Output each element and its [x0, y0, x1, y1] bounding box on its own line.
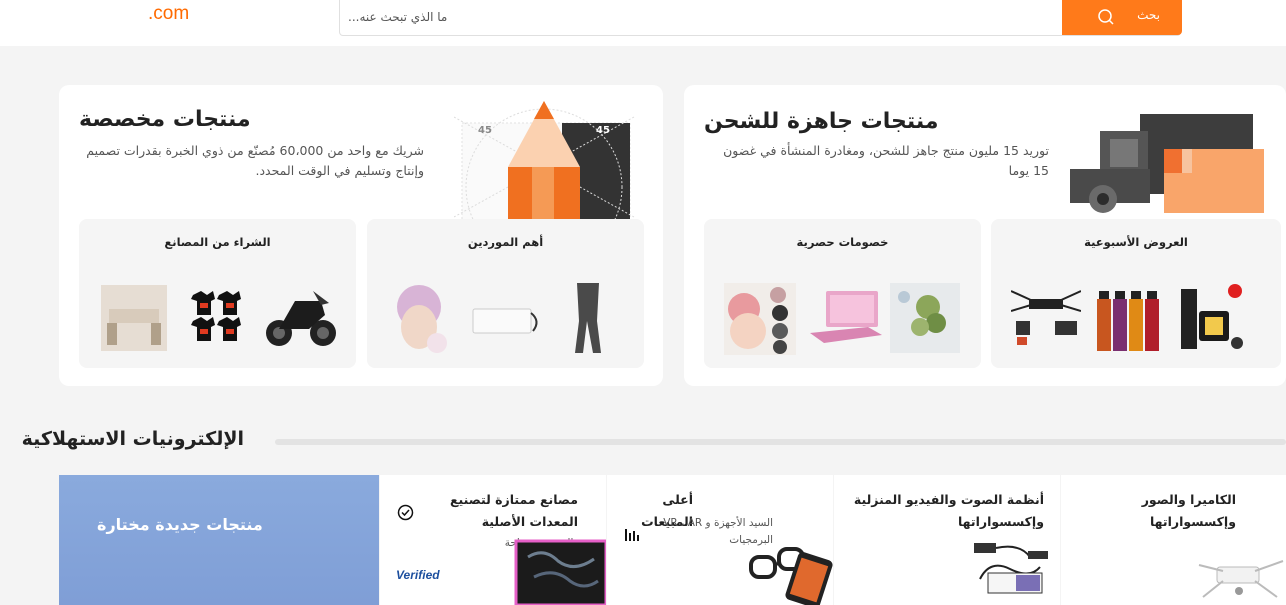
custom-products-title: منتجات مخصصة	[79, 107, 251, 132]
perfume-product-image	[1097, 291, 1159, 351]
truck-illustration	[1070, 114, 1264, 213]
search-bar: بحث	[339, 0, 1182, 36]
top-suppliers-subcard[interactable]: أهم الموردين	[367, 219, 644, 368]
custom-products-card[interactable]: منتجات مخصصة شريك مع واحد من 60،000 مُصن…	[59, 85, 663, 386]
search-button[interactable]: بحث	[1062, 0, 1182, 35]
leggings-product-image	[575, 283, 601, 353]
new-products-promo[interactable]: منتجات جديدة مختارة	[59, 475, 379, 605]
ready-to-ship-card[interactable]: منتجات جاهزة للشحن توريد 15 مليون منتج ج…	[684, 85, 1286, 386]
category-best-sellers[interactable]: أعلى المبيعات السيد الأجهزة و VR ، AR ال…	[607, 475, 833, 605]
buy-from-factories-subcard[interactable]: الشراء من المصانع	[79, 219, 356, 368]
buy-from-factories-title: الشراء من المصانع	[164, 235, 271, 249]
top-suppliers-title: أهم الموردين	[467, 235, 544, 249]
verified-check-icon	[397, 504, 414, 521]
artificial-plant-product-image	[890, 283, 960, 353]
rgb-mouse-pad-product-image	[514, 539, 606, 605]
category-camera-photo-title: الكاميرا والصور وإكسسواراتها	[1141, 492, 1236, 529]
category-home-audio-video-title: أنظمة الصوت والفيديو المنزلية وإكسسوارات…	[853, 492, 1044, 529]
search-input[interactable]	[348, 0, 1168, 34]
t-shirts-product-image	[191, 291, 241, 341]
category-camera-photo[interactable]: الكاميرا والصور وإكسسواراتها	[1061, 475, 1286, 605]
work-light-product-image	[1181, 284, 1243, 349]
ready-to-ship-title: منتجات جاهزة للشحن	[704, 109, 939, 134]
weekly-deals-title: العروض الأسبوعية	[1084, 235, 1188, 249]
custom-products-description: شريك مع واحد من 60،000 مُصنّع من ذوي الخ…	[86, 143, 424, 178]
category-home-audio-video[interactable]: أنظمة الصوت والفيديو المنزلية وإكسسوارات…	[834, 475, 1060, 605]
pencil-angle-left: 45	[478, 125, 492, 136]
pouch-bag-product-image	[472, 308, 538, 334]
baby-headband-product-image	[724, 283, 796, 355]
dining-table-product-image	[101, 285, 167, 351]
drone-product-image	[1011, 290, 1081, 345]
site-logo[interactable]: .com	[148, 3, 189, 25]
hair-cap-product-image	[397, 285, 447, 353]
verified-badge: Verified	[396, 568, 440, 582]
capture-card-product-image	[974, 543, 1048, 594]
ready-to-ship-description: توريد 15 مليون منتج جاهز للشحن، ومغادرة …	[723, 143, 1049, 178]
search-icon	[1098, 9, 1114, 25]
weekly-deals-subcard[interactable]: العروض الأسبوعية	[991, 219, 1281, 368]
pencil-angle-right: 45	[596, 125, 610, 136]
motorcycle-product-image	[266, 291, 336, 346]
exclusive-discounts-subcard[interactable]: خصومات حصرية	[704, 219, 981, 368]
section-title: الإلكترونيات الاستهلاكية	[21, 428, 244, 450]
search-button-label: بحث	[1137, 8, 1160, 22]
section-divider	[275, 439, 1286, 445]
pencil-illustration: 45 45	[454, 101, 635, 221]
category-oem-factories[interactable]: مصانع ممتازة لتصنيع المعدات الأصلية خدمة…	[380, 475, 606, 605]
new-products-promo-label: منتجات جديدة مختارة	[97, 515, 263, 534]
pink-laptop-product-image	[810, 291, 882, 343]
smart-glasses-product-image	[749, 547, 833, 605]
exclusive-discounts-title: خصومات حصرية	[796, 235, 889, 249]
category-oem-factories-title: مصانع ممتازة لتصنيع المعدات الأصلية	[449, 492, 578, 529]
top-header: .com بحث	[0, 0, 1286, 46]
camera-drone-product-image	[1198, 560, 1284, 598]
